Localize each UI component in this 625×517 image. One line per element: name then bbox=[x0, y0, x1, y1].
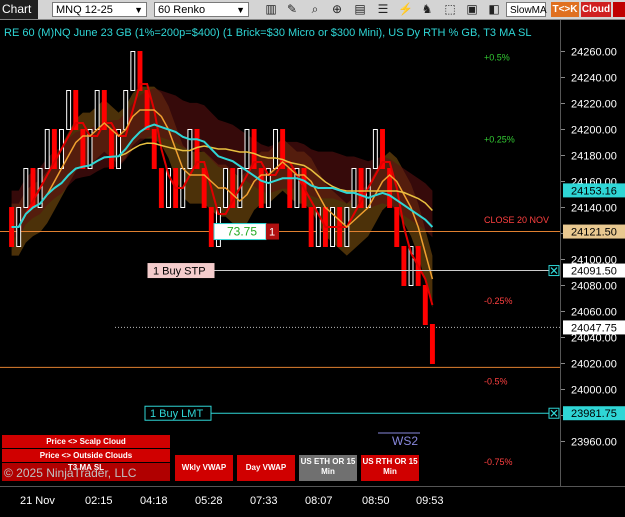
attach-icon[interactable]: ⬚ bbox=[443, 2, 457, 16]
renko-brick bbox=[273, 129, 278, 169]
renko-brick bbox=[187, 129, 193, 169]
time-tick-label: 05:28 bbox=[195, 495, 223, 507]
price-axis-svg: 24260.00 24240.00 24220.00 24200.00 24180.00… bbox=[561, 47, 625, 449]
price-axis[interactable]: 24260.00 24240.00 24220.00 24200.00 24180.00… bbox=[560, 20, 625, 486]
time-axis[interactable]: 21 Nov 02:15 04:18 05:28 07:33 08:07 08:50 09:5… bbox=[0, 486, 625, 511]
renko-brick bbox=[108, 129, 114, 169]
tc-toggle-button[interactable]: T<>K bbox=[551, 2, 579, 17]
price-tick-label: 24000.00 bbox=[571, 385, 617, 397]
instrument-selector[interactable]: MNQ 12-25 ▼ bbox=[52, 2, 147, 17]
time-axis-svg: 21 Nov 02:15 04:18 05:28 07:33 08:07 08:50 09:5… bbox=[20, 495, 444, 507]
renko-brick bbox=[429, 324, 435, 364]
price-tick-label: 24020.00 bbox=[571, 359, 617, 371]
renko-brick bbox=[244, 129, 250, 169]
price-tick-label: 24200.00 bbox=[571, 125, 617, 137]
renko-brick bbox=[372, 129, 378, 169]
zoom-icon[interactable]: ⊕ bbox=[330, 2, 344, 16]
bars-icon[interactable]: ▥ bbox=[264, 2, 278, 16]
alert-icon[interactable]: ◧ bbox=[487, 2, 501, 16]
properties-icon[interactable]: ☰ bbox=[376, 2, 390, 16]
time-tick-label: 08:50 bbox=[362, 495, 390, 507]
price-tick-label: 24240.00 bbox=[571, 73, 617, 85]
renko-brick bbox=[151, 129, 157, 169]
chevron-down-icon: ▼ bbox=[236, 5, 245, 15]
renko-brick bbox=[44, 129, 50, 169]
renko-brick bbox=[94, 90, 100, 130]
day-vwap-button[interactable]: Day VWAP bbox=[237, 455, 295, 481]
renko-brick bbox=[401, 246, 407, 286]
weekly-vwap-button[interactable]: Wkly VWAP bbox=[175, 455, 233, 481]
renko-brick bbox=[66, 90, 72, 130]
pct-level-label: CLOSE 20 NOV bbox=[484, 215, 549, 225]
chart-title: RE 60 (M)NQ June 23 GB (1%=200p=$400) (1… bbox=[4, 27, 532, 39]
price-tick-label: 24080.00 bbox=[571, 281, 617, 293]
time-tick-label: 21 Nov bbox=[20, 495, 55, 507]
position-pnl: 73.75 bbox=[227, 225, 257, 239]
renko-brick bbox=[123, 90, 129, 130]
chart-menu-label[interactable]: Chart bbox=[0, 0, 38, 19]
indicators-icon[interactable]: ⚡ bbox=[398, 2, 413, 16]
price-outside-clouds-button[interactable]: Price <> Outside Clouds bbox=[2, 449, 170, 462]
renko-brick bbox=[23, 168, 29, 208]
pct-level-label: +0.5% bbox=[484, 53, 510, 63]
renko-brick bbox=[308, 207, 314, 247]
renko-brick bbox=[158, 168, 164, 208]
renko-brick bbox=[422, 285, 428, 325]
indicator-value: SlowMA bbox=[510, 5, 547, 16]
time-tick-label: 09:53 bbox=[416, 495, 444, 507]
pct-level-label: +0.25% bbox=[484, 135, 515, 145]
price-flag-label: 23981.75 bbox=[571, 408, 617, 420]
price-tick-label: 24140.00 bbox=[571, 203, 617, 215]
chevron-down-icon: ▼ bbox=[134, 5, 143, 15]
price-flag-label: 24121.50 bbox=[571, 227, 617, 239]
interval-value: 60 Renko bbox=[158, 4, 206, 16]
position-qty: 1 bbox=[269, 227, 275, 239]
time-tick-label: 02:15 bbox=[85, 495, 113, 507]
price-tick-label: 24260.00 bbox=[571, 47, 617, 59]
price-chart: +0.5% +0.25% CLOSE 20 NOV -0.25% -0.5% -0.75%… bbox=[0, 51, 560, 467]
strategy-icon[interactable]: ♞ bbox=[420, 2, 434, 16]
price-flag-label: 24091.50 bbox=[571, 266, 617, 278]
price-tick-label: 23960.00 bbox=[571, 437, 617, 449]
renko-brick bbox=[208, 207, 214, 247]
time-tick-label: 07:33 bbox=[250, 495, 278, 507]
price-tick-label: 24060.00 bbox=[571, 307, 617, 319]
time-tick-label: 04:18 bbox=[140, 495, 168, 507]
order-label: 1 Buy STP bbox=[153, 266, 206, 278]
price-tick-label: 24180.00 bbox=[571, 151, 617, 163]
pct-level-label: -0.25% bbox=[484, 296, 513, 306]
renko-brick bbox=[287, 168, 293, 208]
indicator-selector[interactable]: SlowMA bbox=[506, 2, 547, 17]
renko-brick bbox=[351, 168, 357, 208]
draw-icon[interactable]: ✎ bbox=[285, 2, 299, 16]
chart-plot-area[interactable]: +0.5% +0.25% CLOSE 20 NOV -0.25% -0.5% -0.75%… bbox=[0, 20, 560, 486]
us-rth-or-button[interactable]: US RTH OR 15 Min bbox=[361, 455, 419, 481]
us-eth-or-button[interactable]: US ETH OR 15 Min bbox=[299, 455, 357, 481]
pct-level-label: -0.5% bbox=[484, 376, 508, 386]
bar-toggle-button[interactable] bbox=[613, 2, 625, 17]
cloud-toggle-button[interactable]: Cloud bbox=[581, 2, 611, 17]
interval-selector[interactable]: 60 Renko ▼ bbox=[154, 2, 249, 17]
instrument-value: MNQ 12-25 bbox=[56, 4, 113, 16]
ws-label: WS2 bbox=[392, 434, 418, 448]
renko-brick bbox=[130, 51, 136, 91]
price-flag-label: 24153.16 bbox=[571, 185, 617, 197]
pct-level-label: -0.75% bbox=[484, 457, 513, 467]
order-label: 1 Buy LMT bbox=[150, 408, 203, 420]
copyright-text: © 2025 NinjaTrader, LLC bbox=[4, 466, 137, 480]
template-icon[interactable]: ▤ bbox=[353, 2, 367, 16]
renko-brick bbox=[394, 207, 400, 247]
data-box-icon[interactable]: ▣ bbox=[465, 2, 479, 16]
price-flag-label: 24047.75 bbox=[571, 322, 617, 334]
price-scalp-cloud-button[interactable]: Price <> Scalp Cloud bbox=[2, 435, 170, 448]
magnifier-icon[interactable]: ⌕ bbox=[308, 2, 322, 16]
price-tick-label: 24220.00 bbox=[571, 99, 617, 111]
chart-toolbar: Chart MNQ 12-25 ▼ 60 Renko ▼ ▥ ✎ ⌕ ⊕ ▤ ☰… bbox=[0, 0, 625, 20]
time-tick-label: 08:07 bbox=[305, 495, 333, 507]
